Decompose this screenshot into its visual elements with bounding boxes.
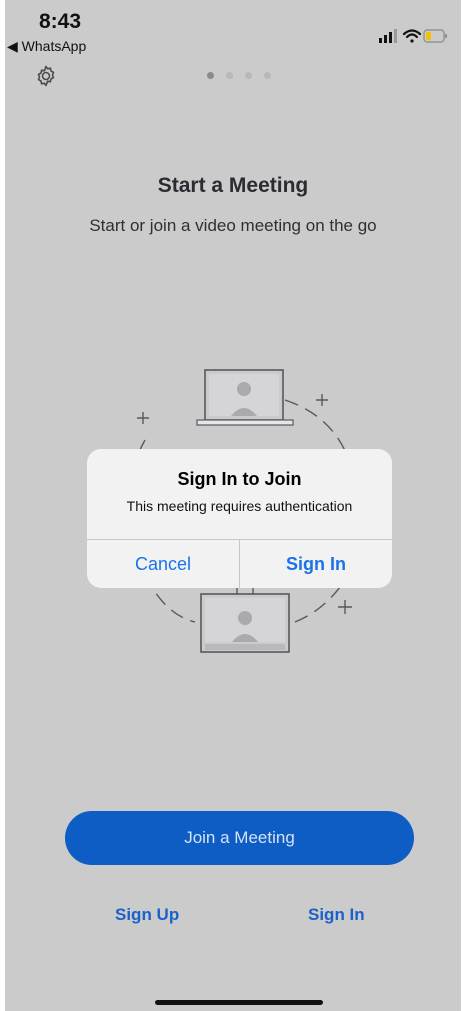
page-dot (245, 72, 252, 79)
page-subtitle: Start or join a video meeting on the go (89, 216, 377, 235)
signal-icon (379, 29, 397, 43)
join-meeting-button[interactable]: Join a Meeting (65, 811, 414, 865)
page-dot (264, 72, 271, 79)
alert-sign-in-button[interactable]: Sign In (240, 540, 392, 588)
wifi-icon (402, 29, 422, 43)
home-indicator (155, 1000, 323, 1005)
status-time: 8:43 (39, 10, 82, 33)
back-to-app-link[interactable]: ◀ WhatsApp (7, 38, 86, 55)
page-indicator (207, 72, 271, 80)
page-title: Start a Meeting (157, 174, 309, 197)
alert-cancel-button[interactable]: Cancel (87, 540, 239, 588)
laptop-icon-bottom (200, 586, 290, 653)
sign-up-link[interactable]: Sign Up (115, 905, 179, 925)
settings-gear-icon[interactable] (34, 64, 58, 88)
laptop-icon-top (196, 369, 294, 426)
page-dot-active (207, 72, 214, 79)
battery-icon (423, 29, 447, 43)
status-icons (359, 26, 449, 46)
alert-message: This meeting requires authentication (126, 498, 353, 514)
app-screen: 8:43 ◀ WhatsApp Start a Meeting Start or… (5, 0, 461, 1011)
sign-in-alert: Sign In to Join This meeting requires au… (87, 449, 392, 588)
sign-in-link[interactable]: Sign In (308, 905, 365, 925)
page-dot (226, 72, 233, 79)
alert-title: Sign In to Join (177, 469, 302, 489)
